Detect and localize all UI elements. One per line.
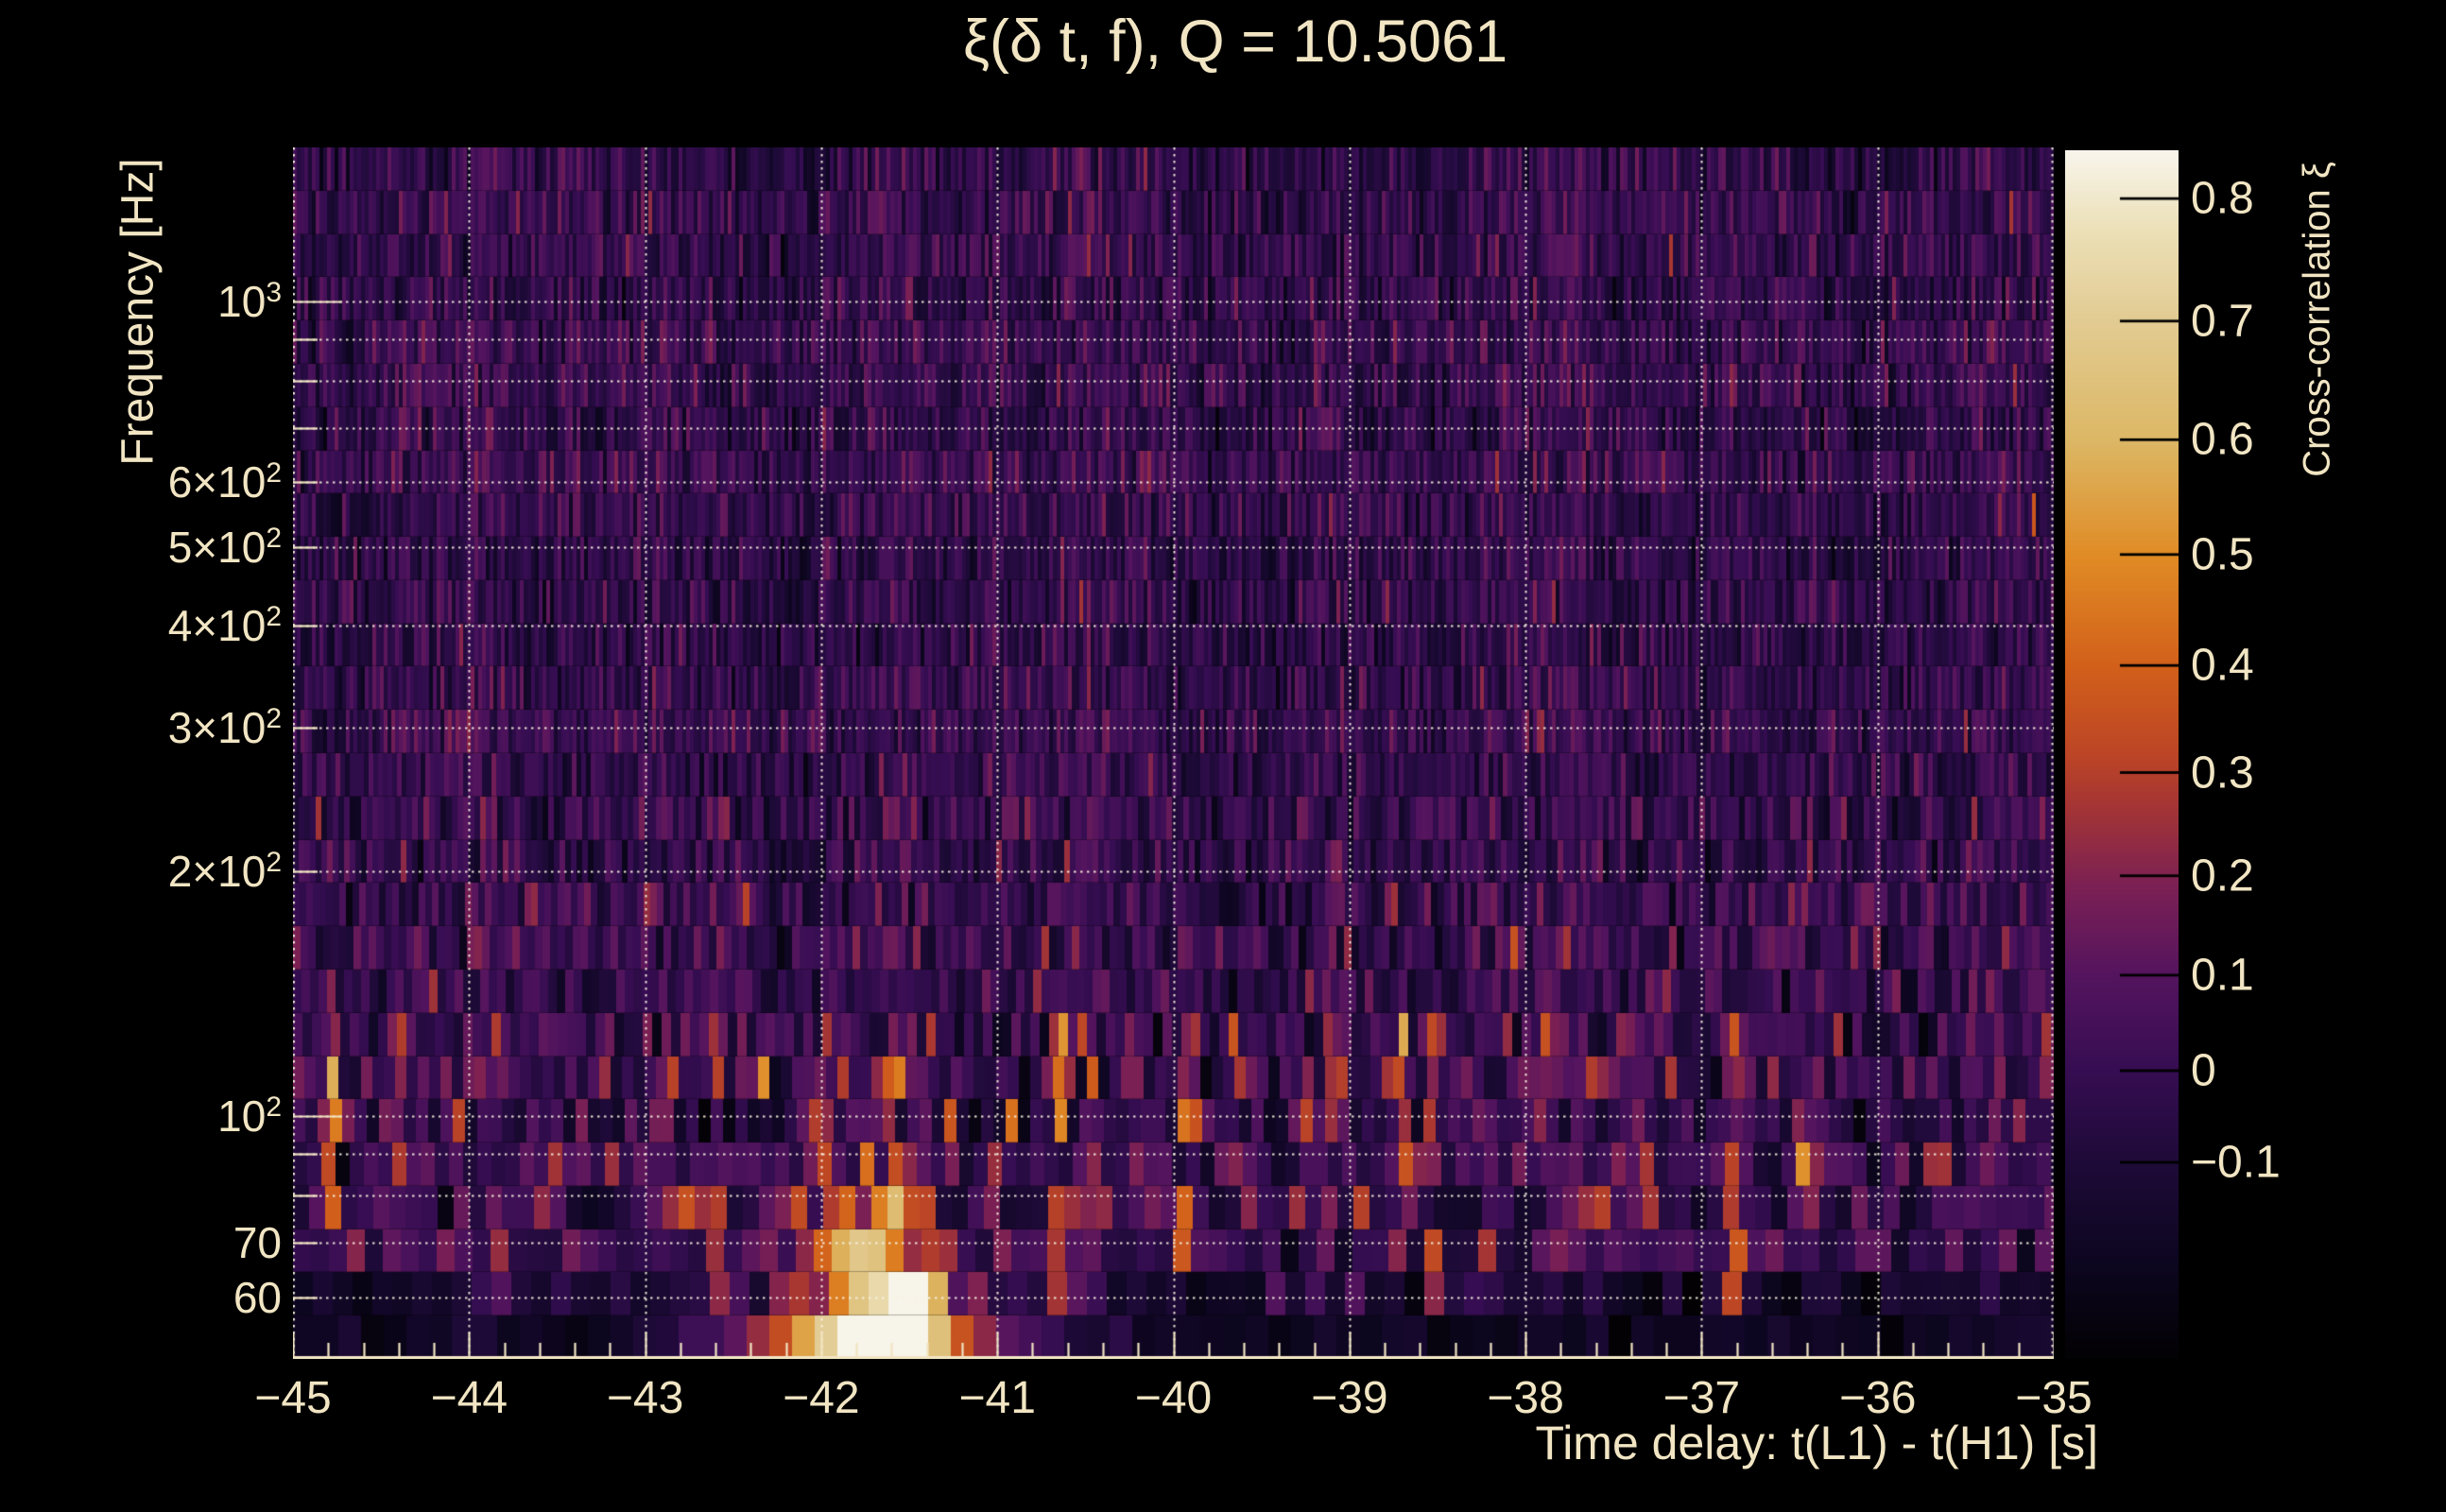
colorbar-tick-label-0.8: 0.8: [2191, 173, 2254, 225]
colorbar-tick-label-0.3: 0.3: [2191, 747, 2254, 799]
y-tick-label-100: 102: [217, 1091, 282, 1142]
colorbar-tick-label-0.4: 0.4: [2191, 640, 2254, 692]
colorbar-tick-label-0.1: 0.1: [2191, 949, 2254, 1001]
chart-title: ξ(δ t, f), Q = 10.5061: [963, 8, 1507, 76]
figure: ξ(δ t, f), Q = 10.5061 Frequency [Hz] Ti…: [0, 0, 2446, 1512]
y-tick-label-500: 5×102: [168, 522, 282, 573]
y-tick-label-70: 70: [233, 1217, 282, 1268]
colorbar-tick-label-0.6: 0.6: [2191, 414, 2254, 466]
x-tick-label--43: −43: [607, 1372, 683, 1424]
x-tick-label--37: −37: [1663, 1372, 1740, 1424]
y-tick-label-200: 2×102: [168, 846, 282, 897]
colorbar-tick-label-0.5: 0.5: [2191, 528, 2254, 580]
y-tick-label-60: 60: [233, 1272, 282, 1323]
x-tick-label--35: −35: [2015, 1372, 2092, 1424]
y-tick-label-400: 4×102: [168, 600, 282, 651]
y-tick-label-600: 6×102: [168, 456, 282, 507]
x-tick-label--44: −44: [431, 1372, 508, 1424]
y-axis-title: Frequency [Hz]: [112, 158, 164, 465]
x-axis-title: Time delay: t(L1) - t(H1) [s]: [1536, 1416, 2098, 1470]
x-tick-label--45: −45: [254, 1372, 331, 1424]
colorbar-canvas: [2065, 150, 2179, 1359]
colorbar-tick-label-0: 0: [2191, 1045, 2216, 1097]
x-tick-label--39: −39: [1311, 1372, 1387, 1424]
x-tick-label--41: −41: [958, 1372, 1035, 1424]
colorbar-tick-label--0.1: −0.1: [2191, 1137, 2281, 1189]
y-tick-label-1000: 103: [217, 276, 282, 327]
y-tick-label-300: 3×102: [168, 702, 282, 753]
colorbar-title: Cross-correlation ξ: [2297, 162, 2339, 477]
colorbar-tick-label-0.7: 0.7: [2191, 295, 2254, 347]
colorbar-tick-label-0.2: 0.2: [2191, 850, 2254, 902]
x-tick-label--38: −38: [1487, 1372, 1563, 1424]
x-tick-label--36: −36: [1839, 1372, 1916, 1424]
x-tick-label--42: −42: [783, 1372, 859, 1424]
x-tick-label--40: −40: [1135, 1372, 1212, 1424]
heatmap-canvas: [293, 147, 2054, 1359]
